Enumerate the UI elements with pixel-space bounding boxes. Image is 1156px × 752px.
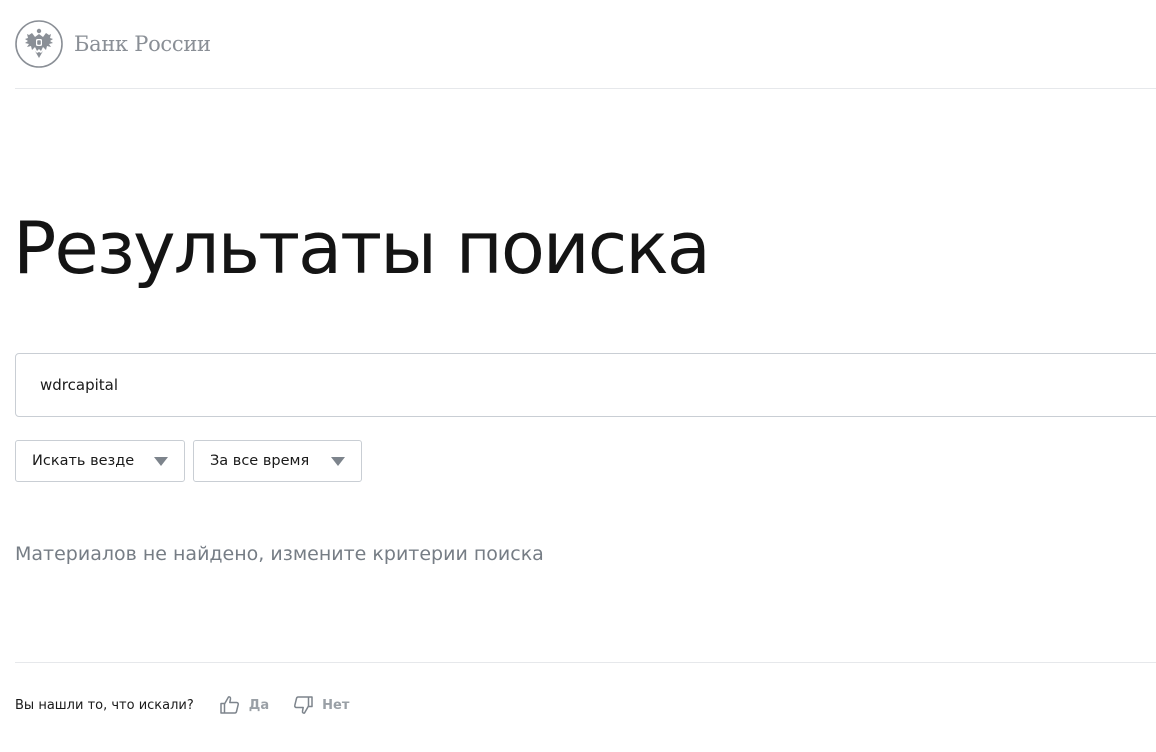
no-results-message: Материалов не найдено, измените критерии… [15,543,544,565]
feedback-no-label: Нет [322,697,350,713]
bank-name: Банк России [74,32,211,56]
feedback-question: Вы нашли то, что искали? [15,697,194,713]
double-headed-eagle-icon [15,20,63,68]
feedback-yes-button[interactable]: Да [218,693,269,717]
chevron-down-icon [154,456,168,466]
feedback-row: Вы нашли то, что искали? Да Нет [15,693,349,717]
feedback-section: Вы нашли то, что искали? Да Нет [15,662,1156,752]
thumbs-up-icon [220,696,239,714]
feedback-yes-label: Да [248,697,270,713]
scope-filter-dropdown[interactable]: Искать везде [15,440,185,482]
page: Банк России Результаты поиска Искать вез… [0,0,1156,752]
feedback-no-button[interactable]: Нет [291,693,349,717]
page-title: Результаты поиска [13,206,711,290]
scope-filter-label: Искать везде [32,453,135,469]
search-input[interactable] [16,354,1156,416]
bank-logo-link[interactable]: Банк России [15,20,211,68]
thumbs-down-icon [294,696,313,714]
period-filter-dropdown[interactable]: За все время [193,440,362,482]
site-header: Банк России [15,0,1156,89]
search-box [15,353,1156,417]
search-filters: Искать везде За все время [15,440,362,482]
chevron-down-icon [331,456,345,466]
period-filter-label: За все время [210,453,310,469]
